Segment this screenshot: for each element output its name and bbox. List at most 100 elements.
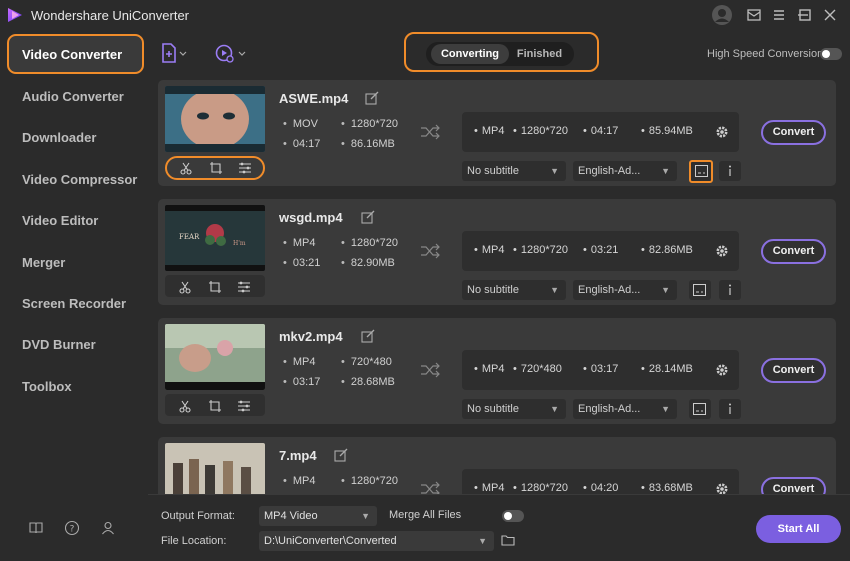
user-icon[interactable] [711,4,733,26]
rename-icon[interactable] [361,210,375,224]
output-settings: MP4 720*480 03:17 28.14MB [462,350,739,390]
merge-all-files-toggle[interactable] [502,510,524,522]
convert-arrow-icon [421,481,440,494]
convert-button[interactable]: Convert [761,239,826,264]
start-all-button[interactable]: Start All [756,515,841,543]
rename-icon[interactable] [334,448,348,462]
subtitle-value: No subtitle [467,165,519,177]
chevron-down-icon: ▼ [478,536,487,546]
account-icon[interactable] [100,520,116,536]
video-thumbnail[interactable] [165,86,265,152]
file-card: mkv2.mp4 MP4 720*480 03:17 28.68MB MP4 7… [158,318,836,424]
chevron-down-icon: ▼ [661,404,670,414]
gear-icon[interactable] [714,124,730,140]
file-info-button[interactable] [719,161,741,181]
output-format: MP4 [474,244,505,256]
tab-finished[interactable]: Finished [512,44,567,64]
file-location-select[interactable]: D:\UniConverter\Converted ▼ [259,531,494,551]
output-settings: MP4 1280*720 03:21 82.86MB [462,231,739,271]
audio-track-select[interactable]: English-Ad... ▼ [573,399,677,419]
gear-icon[interactable] [714,481,730,494]
book-icon[interactable] [28,520,44,536]
output-format-value: MP4 Video [264,510,318,522]
gear-icon[interactable] [714,362,730,378]
svg-text:?: ? [70,525,75,535]
file-info-button[interactable] [719,280,741,300]
sidebar-item-downloader[interactable]: Downloader [22,130,96,145]
subtitle-select[interactable]: No subtitle ▼ [462,399,566,419]
subtitle-select[interactable]: No subtitle ▼ [462,280,566,300]
convert-arrow-icon [421,124,440,140]
audio-track-select[interactable]: English-Ad... ▼ [573,161,677,181]
gear-icon[interactable] [714,243,730,259]
video-thumbnail[interactable]: FEAR H'm [165,205,265,271]
file-card: FEAR H'm wsgd.mp4 MP4 1280*720 03:21 82.… [158,199,836,305]
video-thumbnail[interactable] [165,324,265,390]
close-icon[interactable] [821,6,839,24]
sidebar-item-screen-recorder[interactable]: Screen Recorder [22,296,126,311]
audio-track-select[interactable]: English-Ad... ▼ [573,280,677,300]
effects-icon[interactable] [238,161,252,175]
sidebar-item-toolbox[interactable]: Toolbox [22,379,72,394]
maximize-icon[interactable] [796,6,814,24]
video-thumbnail[interactable] [165,443,265,494]
output-settings: MP4 1280*720 04:17 85.94MB [462,112,739,152]
file-list: ASWE.mp4 MOV 1280*720 04:17 86.16MB MP4 … [148,74,850,494]
sidebar-item-video-converter[interactable]: Video Converter [7,34,144,74]
subtitle-editor-button[interactable] [689,280,711,300]
chevron-down-icon: ▼ [550,404,559,414]
effects-icon[interactable] [237,280,251,294]
sidebar-item-merger[interactable]: Merger [22,255,65,270]
high-speed-conversion-toggle[interactable] [820,48,842,60]
sidebar-item-video-compressor[interactable]: Video Compressor [22,172,137,187]
subtitle-value: No subtitle [467,284,519,296]
trim-icon[interactable] [178,399,192,413]
add-media-icon[interactable] [214,42,246,64]
crop-icon[interactable] [208,280,222,294]
sidebar-item-label: Video Converter [22,47,123,62]
file-location-label: File Location: [161,535,227,547]
output-format: MP4 [474,363,505,375]
file-info-button[interactable] [719,399,741,419]
source-resolution: 720*480 [341,356,392,368]
sidebar-item-dvd-burner[interactable]: DVD Burner [22,337,96,352]
crop-icon[interactable] [209,161,223,175]
info-icon [729,284,731,295]
folder-icon[interactable] [501,534,515,546]
file-card: 7.mp4 MP4 1280*720 MP4 1280*720 04:20 83… [158,437,836,494]
output-size: 83.68MB [641,482,693,494]
help-icon[interactable]: ? [64,520,80,536]
sidebar-item-audio-converter[interactable]: Audio Converter [22,89,124,104]
add-file-icon[interactable] [160,42,188,64]
chevron-down-icon: ▼ [550,166,559,176]
tab-converting[interactable]: Converting [431,44,509,64]
output-format-select[interactable]: MP4 Video ▼ [259,506,377,526]
output-resolution: 1280*720 [513,482,568,494]
source-format: MP4 [283,356,316,368]
subtitle-editor-button[interactable] [689,160,713,183]
trim-icon[interactable] [179,161,193,175]
convert-button[interactable]: Convert [761,477,826,494]
trim-icon[interactable] [178,280,192,294]
audio-track-value: English-Ad... [578,403,641,415]
mail-icon[interactable] [745,6,763,24]
crop-icon[interactable] [208,399,222,413]
convert-arrow-icon [421,362,440,378]
source-size: 86.16MB [341,138,395,150]
subtitle-editor-button[interactable] [689,399,711,419]
menu-icon[interactable] [770,6,788,24]
output-resolution: 720*480 [513,363,562,375]
convert-button[interactable]: Convert [761,120,826,145]
app-title: Wondershare UniConverter [31,8,189,23]
sidebar-item-video-editor[interactable]: Video Editor [22,213,98,228]
subtitle-select[interactable]: No subtitle ▼ [462,161,566,181]
rename-icon[interactable] [365,91,379,105]
file-name: wsgd.mp4 [279,210,343,225]
subtitle-icon [693,403,706,415]
subtitle-icon [693,284,706,296]
svg-text:FEAR: FEAR [179,233,200,241]
convert-button[interactable]: Convert [761,358,826,383]
output-format: MP4 [474,125,505,137]
rename-icon[interactable] [361,329,375,343]
effects-icon[interactable] [237,399,251,413]
